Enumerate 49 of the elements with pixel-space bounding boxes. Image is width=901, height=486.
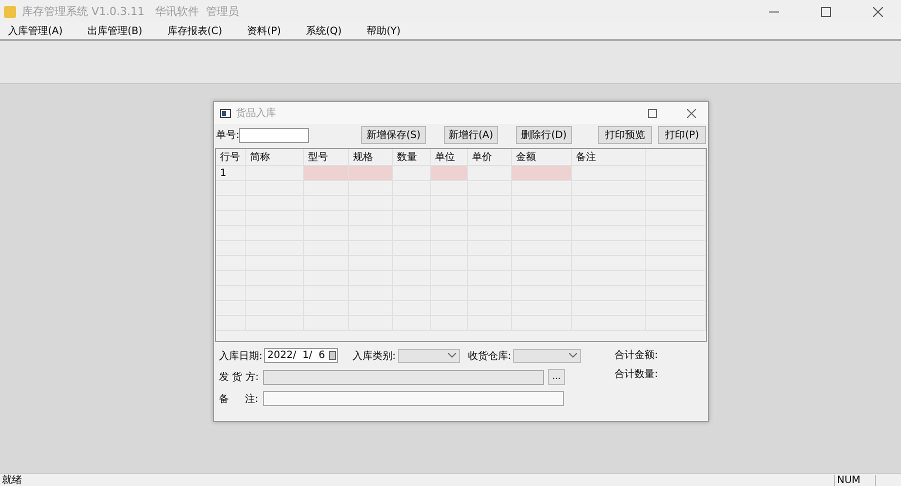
column-header: 金额 — [512, 149, 572, 165]
toolbar-button[interactable]: 新增保存(S) — [361, 126, 426, 144]
column-header: 备注 — [572, 149, 646, 165]
menu-item[interactable]: 出库管理(B) — [80, 23, 152, 39]
browse-button[interactable]: ... — [548, 369, 565, 385]
print-button[interactable]: 打印预览 — [598, 126, 652, 144]
close-icon — [873, 6, 883, 16]
column-header: 行号 — [216, 149, 246, 165]
number-label: 单号: — [216, 128, 240, 142]
calendar-icon — [329, 351, 338, 360]
supplier-label: 发 货 方: — [219, 370, 260, 384]
app-icon — [4, 6, 16, 18]
window-icon — [220, 108, 231, 118]
note-label: 备 注: — [219, 392, 260, 406]
status-indicator: NUM — [834, 474, 876, 486]
menu-item[interactable]: 库存报表(C) — [159, 23, 232, 39]
maximize-icon — [648, 108, 656, 118]
print-button[interactable]: 打印(P) — [658, 126, 706, 144]
column-header: 单位 — [431, 149, 468, 165]
warehouse-label: 收货仓库: — [468, 350, 512, 362]
column-header: 单价 — [468, 149, 512, 165]
window-title: 货品入库 — [236, 106, 277, 120]
column-header: 型号 — [304, 149, 349, 165]
menu-item[interactable]: 系统(Q) — [298, 23, 352, 39]
type-label: 入库类别: — [352, 350, 396, 362]
date-label: 入库日期: — [219, 350, 262, 362]
close-icon — [686, 108, 696, 118]
menu-item[interactable]: 资料(P) — [239, 23, 291, 39]
menu-item[interactable]: 帮助(Y) — [358, 23, 411, 39]
status-text: 就绪 — [1, 474, 23, 486]
toolbar-button[interactable]: 删除行(D) — [516, 126, 572, 144]
column-header: 规格 — [349, 149, 393, 165]
type-dropdown[interactable] — [398, 348, 460, 362]
table-cell: 1 — [216, 166, 246, 180]
total-amount-label: 合计金额: — [614, 348, 658, 362]
number-field[interactable] — [239, 128, 310, 142]
total-quantity-label: 合计数量: — [614, 368, 658, 381]
menu-item[interactable]: 入库管理(A) — [0, 23, 73, 39]
date-picker[interactable]: 2022/ 1/ 6 — [264, 348, 338, 363]
note-field[interactable] — [263, 391, 564, 406]
toolbar-button[interactable]: 新增行(A) — [444, 126, 498, 144]
chevron-icon — [448, 353, 456, 358]
column-header: 数量 — [393, 149, 431, 165]
chevron-icon — [569, 353, 578, 358]
warehouse-dropdown[interactable] — [513, 348, 582, 362]
column-header: 简称 — [246, 149, 304, 165]
supplier-field[interactable] — [263, 370, 544, 384]
maximize-icon — [821, 6, 831, 16]
window-title: 库存管理系统 V1.0.3.11 华讯软件 管理员 — [22, 4, 240, 19]
